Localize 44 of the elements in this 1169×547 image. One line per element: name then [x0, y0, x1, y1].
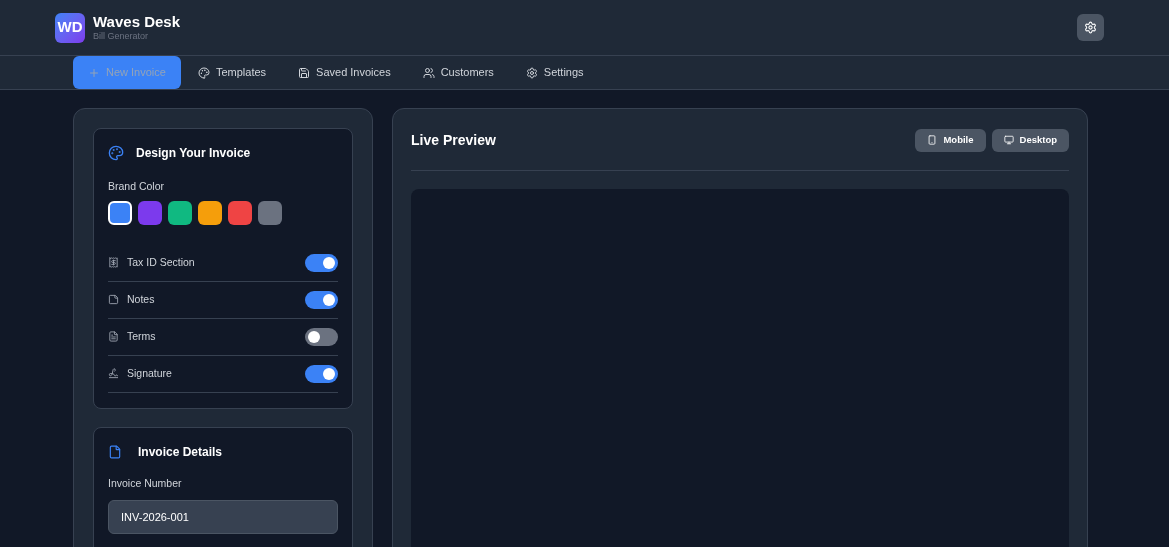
toggle-label: Tax ID Section — [127, 254, 195, 270]
color-swatch[interactable] — [228, 200, 252, 225]
color-swatch[interactable] — [138, 200, 162, 225]
color-swatch[interactable] — [198, 200, 222, 225]
floppy-icon — [298, 66, 311, 79]
toggle-switch[interactable] — [305, 290, 338, 309]
users-icon — [422, 66, 435, 79]
nav-tab[interactable]: Templates — [182, 56, 282, 89]
app-title: Waves Desk — [93, 12, 180, 32]
toggle-label: Terms — [127, 328, 156, 344]
logo: WD — [55, 12, 85, 43]
preview-title: Live Preview — [411, 130, 496, 150]
note-icon — [108, 294, 119, 306]
document-icon — [108, 331, 119, 343]
document-icon — [108, 444, 122, 459]
toggle-label: Signature — [127, 365, 172, 381]
invoice-number-field[interactable]: INV-2026-001 — [108, 499, 338, 534]
nav-tab[interactable]: Customers — [407, 56, 509, 89]
view-button[interactable]: Mobile — [915, 128, 986, 152]
palette-icon — [197, 66, 210, 79]
nav-tab[interactable]: Saved Invoices — [283, 56, 406, 89]
app-subtitle: Bill Generator — [93, 31, 150, 43]
palette-icon — [108, 145, 124, 161]
signature-icon — [108, 368, 119, 380]
card-title: Invoice Details — [138, 443, 223, 461]
toggle-switch[interactable] — [305, 327, 338, 346]
field-label: Invoice Number — [108, 475, 183, 491]
view-button[interactable]: Desktop — [991, 128, 1069, 152]
receipt-icon — [108, 257, 119, 269]
toggle-switch[interactable] — [305, 364, 338, 383]
phone-icon — [927, 135, 938, 145]
color-swatch[interactable] — [258, 200, 282, 225]
brand-color-label: Brand Color — [108, 179, 166, 194]
gear-icon — [1084, 21, 1097, 34]
toggle-label: Notes — [127, 291, 155, 307]
color-swatch[interactable] — [168, 200, 192, 225]
toggle-switch[interactable] — [305, 253, 338, 272]
monitor-icon — [1003, 135, 1014, 145]
nav-tab[interactable]: Settings — [510, 56, 599, 89]
color-swatch[interactable] — [108, 200, 132, 225]
plus-icon — [88, 66, 100, 79]
settings-button[interactable] — [1077, 14, 1104, 41]
gear-icon — [525, 66, 538, 79]
card-title: Design Your Invoice — [136, 145, 251, 162]
